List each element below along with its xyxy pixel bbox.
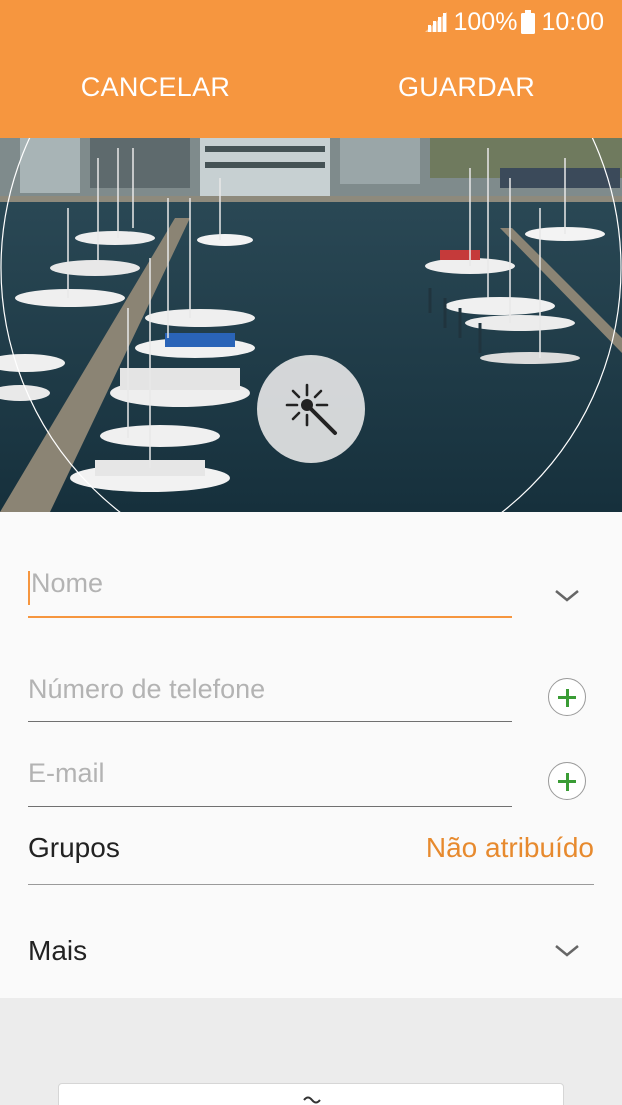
groups-divider [28, 884, 594, 885]
magic-wand-button[interactable] [257, 355, 365, 463]
battery-percentage: 100% [453, 7, 518, 36]
phone-placeholder: Número de telefone [28, 674, 266, 704]
status-bar: 100% 10:00 [425, 8, 604, 36]
groups-value[interactable]: Não atribuído [426, 832, 594, 864]
add-email-button[interactable] [548, 762, 586, 800]
text-cursor [28, 570, 30, 605]
email-placeholder: E-mail [28, 758, 105, 788]
phone-underline [28, 721, 512, 722]
more-label[interactable]: Mais [28, 935, 87, 967]
chevron-down-icon[interactable] [552, 940, 582, 960]
app-header: 100% 10:00 CANCELAR GUARDAR [0, 0, 622, 138]
phone-field[interactable]: Número de telefone [28, 674, 512, 722]
name-field[interactable]: Nome [28, 568, 512, 618]
add-phone-button[interactable] [548, 678, 586, 716]
magic-wand-icon [285, 383, 337, 435]
bottom-card[interactable] [58, 1083, 564, 1105]
battery-icon [521, 10, 536, 34]
email-field[interactable]: E-mail [28, 758, 512, 807]
signal-icon [425, 12, 448, 32]
name-placeholder: Nome [31, 568, 104, 598]
name-underline [28, 616, 512, 618]
contact-photo[interactable] [0, 138, 622, 512]
contact-form: Nome Número de telefone E-mail Grupos Nã… [0, 512, 622, 998]
email-underline [28, 806, 512, 807]
groups-label[interactable]: Grupos [28, 832, 120, 864]
chevron-down-icon[interactable] [552, 585, 582, 605]
save-button[interactable]: GUARDAR [311, 72, 622, 103]
cancel-button[interactable]: CANCELAR [0, 72, 311, 103]
card-partial-glyph [303, 1096, 321, 1104]
status-time: 10:00 [541, 7, 604, 36]
